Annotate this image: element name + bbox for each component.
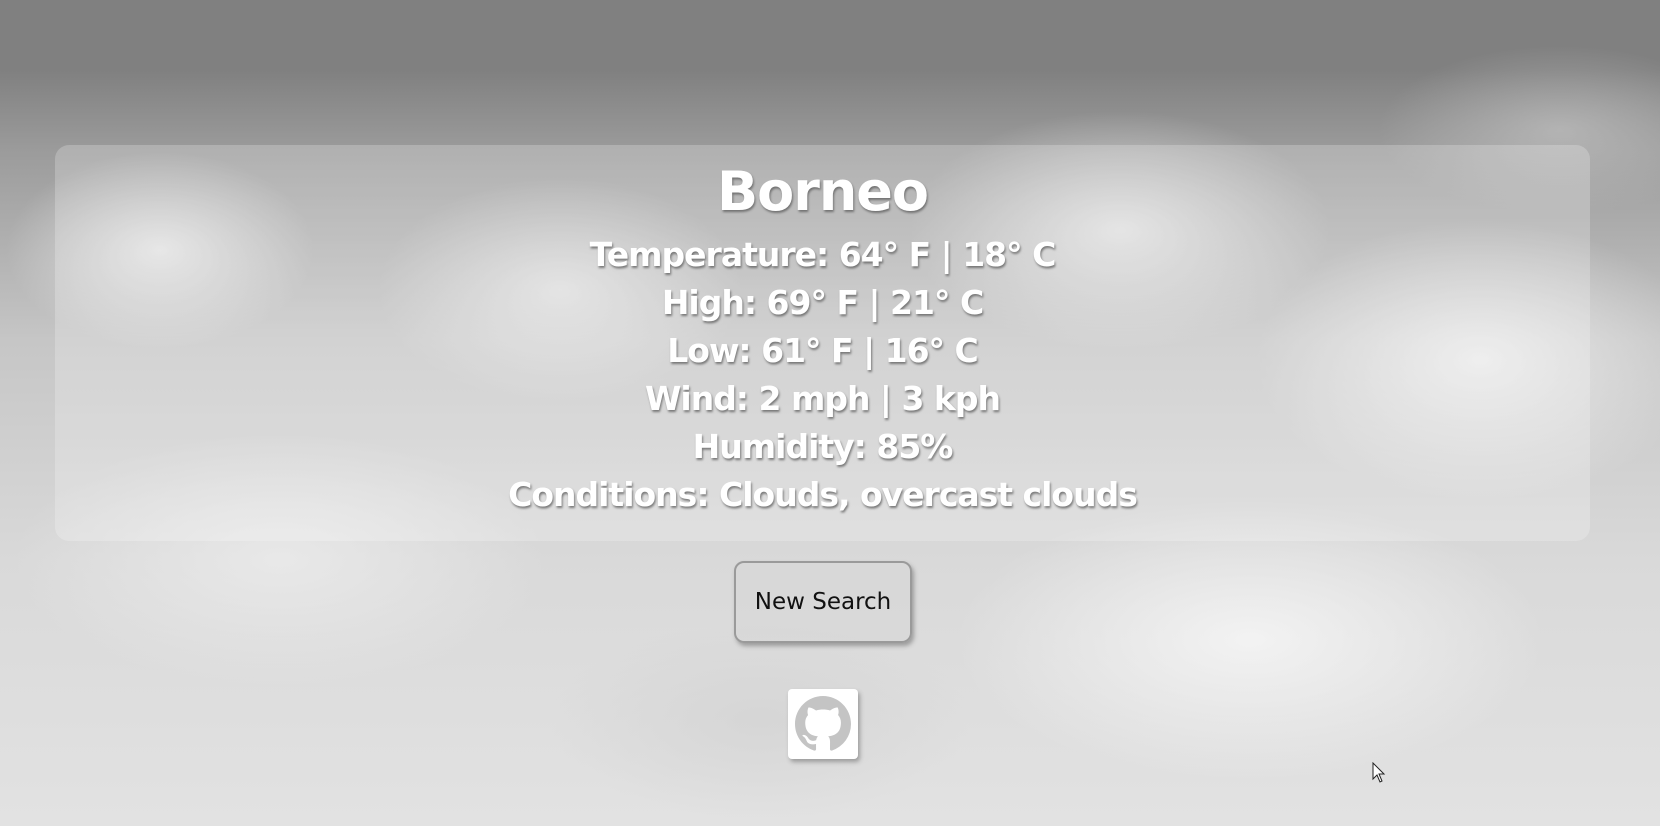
conditions-text: Conditions: Clouds, overcast clouds — [508, 475, 1138, 514]
weather-card: Borneo Temperature: 64° F | 18° C High: … — [55, 145, 1590, 541]
github-icon — [795, 696, 851, 751]
new-search-button[interactable]: New Search — [734, 561, 912, 643]
mouse-cursor-icon — [1372, 762, 1386, 783]
wind-text: Wind: 2 mph | 3 kph — [644, 379, 1001, 418]
humidity-text: Humidity: 85% — [692, 427, 954, 466]
city-name: Borneo — [716, 160, 929, 223]
github-link[interactable] — [788, 689, 858, 759]
high-temperature-text: High: 69° F | 21° C — [661, 283, 984, 322]
low-temperature-text: Low: 61° F | 16° C — [667, 331, 979, 370]
temperature-text: Temperature: 64° F | 18° C — [589, 235, 1057, 274]
